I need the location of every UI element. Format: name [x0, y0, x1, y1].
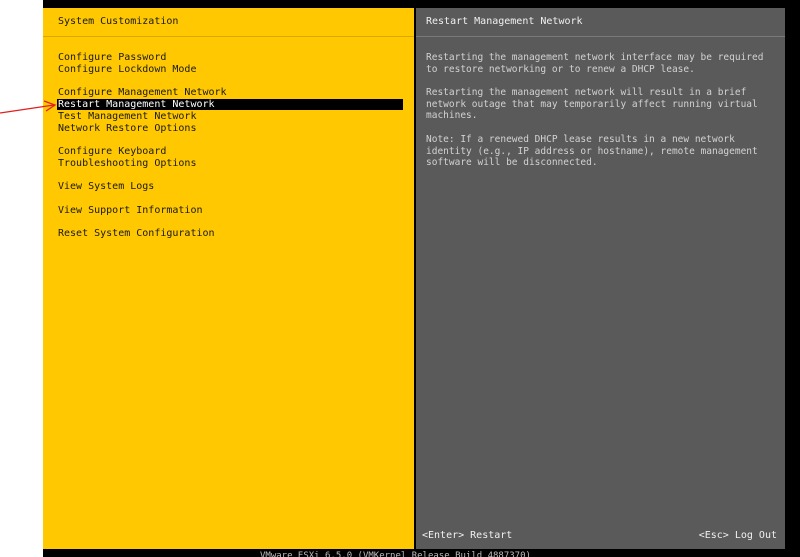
menu-item-reset-system-configuration[interactable]: Reset System Configuration [58, 228, 403, 239]
menu-item-troubleshooting-options[interactable]: Troubleshooting Options [58, 158, 403, 169]
menu-item-test-management-network[interactable]: Test Management Network [58, 111, 403, 122]
menu-item-view-support-information[interactable]: View Support Information [58, 205, 403, 216]
dcui-screen: System Customization Configure Password … [0, 0, 800, 557]
system-customization-panel: System Customization Configure Password … [43, 8, 414, 549]
version-status-line: VMware ESXi 6.5.0 (VMKernel Release Buil… [260, 551, 531, 557]
screenshot-margin [0, 0, 43, 557]
menu-item-configure-lockdown-mode[interactable]: Configure Lockdown Mode [58, 64, 403, 75]
left-panel-title: System Customization [58, 16, 179, 27]
menu-item-restart-management-network[interactable]: Restart Management Network [57, 99, 403, 110]
menu-item-configure-password[interactable]: Configure Password [58, 52, 403, 63]
detail-panel: Restart Management Network Restarting th… [416, 8, 785, 549]
menu-item-network-restore-options[interactable]: Network Restore Options [58, 123, 403, 134]
red-arrow-icon [0, 100, 57, 114]
left-panel-divider [43, 36, 414, 37]
menu-item-configure-keyboard[interactable]: Configure Keyboard [58, 146, 403, 157]
note-paragraph: Note: If a renewed DHCP lease results in… [426, 134, 758, 168]
enter-restart-action[interactable]: <Enter> Restart [422, 530, 512, 542]
right-panel-divider [416, 36, 785, 37]
description-paragraph: Restarting the management network interf… [426, 52, 764, 75]
esc-logout-action[interactable]: <Esc> Log Out [699, 530, 777, 542]
menu-item-view-system-logs[interactable]: View System Logs [58, 181, 403, 192]
description-paragraph: Restarting the management network will r… [426, 87, 758, 121]
right-panel-title: Restart Management Network [426, 16, 583, 27]
menu-item-configure-management-network[interactable]: Configure Management Network [58, 87, 403, 98]
